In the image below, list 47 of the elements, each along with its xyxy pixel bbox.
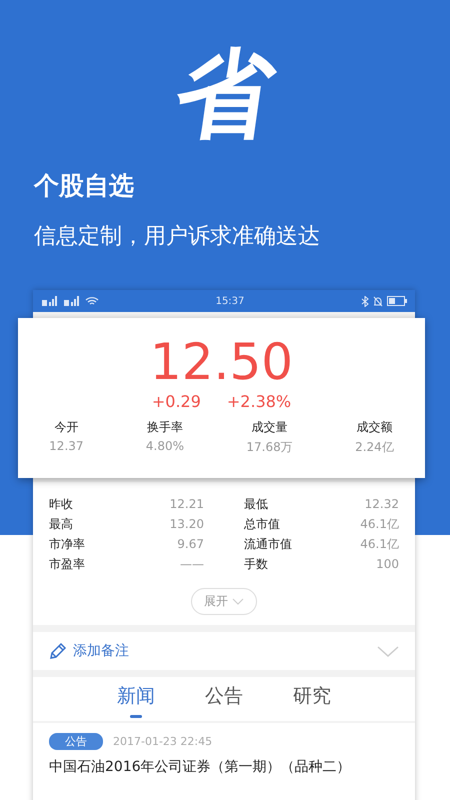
stat-value: 12.37 xyxy=(49,439,84,453)
wifi-icon xyxy=(85,296,99,306)
detail-value: —— xyxy=(180,556,204,572)
detail-value: 100 xyxy=(376,556,399,572)
tab[interactable]: 公告 xyxy=(205,677,243,721)
signal-icon xyxy=(63,296,81,306)
detail-label: 流通市值 xyxy=(244,536,292,552)
detail-value: 12.32 xyxy=(364,496,399,512)
detail-label: 最高 xyxy=(49,516,73,532)
battery-icon xyxy=(386,296,407,306)
news-time: 2017-01-23 22:45 xyxy=(113,735,212,748)
news-title[interactable]: 中国石油2016年公司证券（第一期）（品种二） xyxy=(49,758,399,776)
bluetooth-icon xyxy=(360,296,369,306)
pencil-icon xyxy=(49,642,67,660)
stat-value: 2.24亿 xyxy=(355,439,394,456)
stat-label: 换手率 xyxy=(146,419,183,436)
detail-label: 市盈率 xyxy=(49,556,85,572)
chevron-down-icon[interactable] xyxy=(377,646,399,656)
stat-value: 4.80% xyxy=(146,439,184,453)
detail-label: 昨收 xyxy=(49,496,73,512)
add-note-link[interactable]: 添加备注 xyxy=(73,642,129,660)
promo-subtitle: 信息定制，用户诉求准确送达 xyxy=(34,223,320,251)
detail-value: 46.1亿 xyxy=(360,536,399,552)
price-change: +0.29 xyxy=(152,392,201,411)
muted-bell-icon xyxy=(372,296,383,306)
detail-value: 46.1亿 xyxy=(360,516,399,532)
chevron-down-icon xyxy=(232,598,244,605)
calligraphy-glyph: 省 xyxy=(168,44,282,144)
stat-label: 今开 xyxy=(54,419,78,436)
news-tag: 公告 xyxy=(49,733,103,750)
promo-title: 个股自选 xyxy=(34,170,134,202)
detail-label: 总市值 xyxy=(244,516,280,532)
detail-label: 市净率 xyxy=(49,536,85,552)
signal-icon xyxy=(41,296,59,306)
stock-price: 12.50 xyxy=(150,334,294,390)
detail-value: 13.20 xyxy=(170,516,204,532)
percent-change: +2.38% xyxy=(226,392,292,411)
stat-label: 成交额 xyxy=(356,419,392,436)
stat-label: 成交量 xyxy=(252,419,288,436)
tab[interactable]: 研究 xyxy=(293,677,331,721)
detail-value: 12.21 xyxy=(170,496,204,512)
stat-value: 17.68万 xyxy=(246,439,293,456)
tab[interactable]: 新闻 xyxy=(117,677,155,721)
detail-label: 最低 xyxy=(244,496,268,512)
detail-value: 9.67 xyxy=(177,536,204,552)
status-time: 15:37 xyxy=(216,296,244,306)
detail-label: 手数 xyxy=(244,556,268,572)
